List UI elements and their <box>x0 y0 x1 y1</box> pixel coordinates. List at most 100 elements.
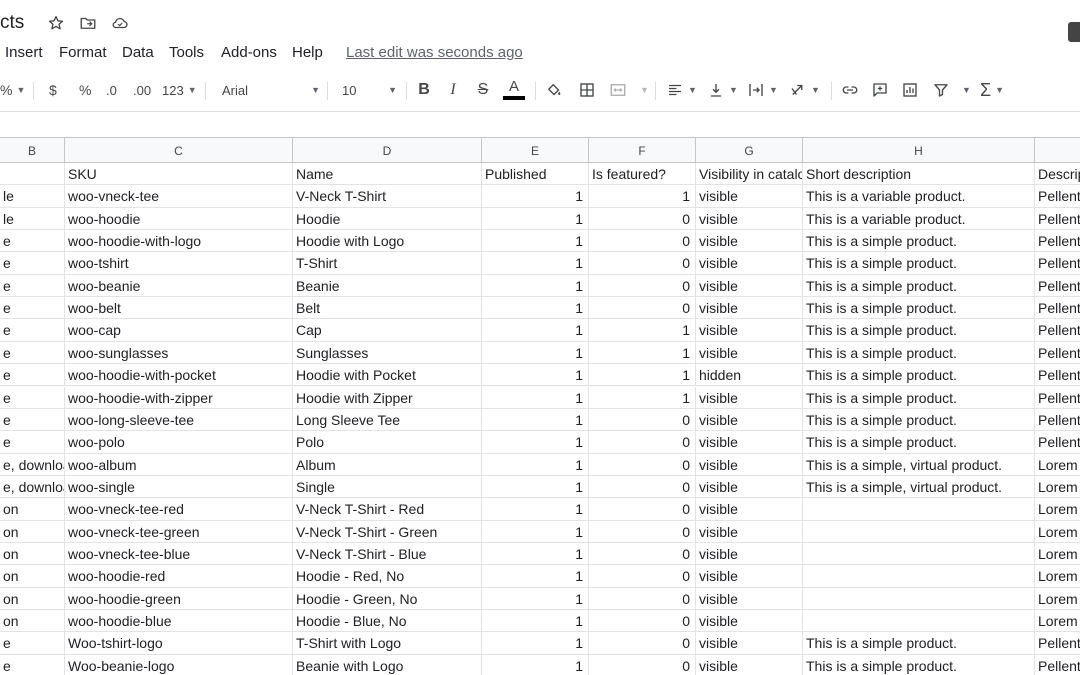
cell-is-featured[interactable]: 0 <box>589 542 696 565</box>
cell-short-description[interactable] <box>803 542 1035 565</box>
cell-visibility[interactable]: visible <box>696 475 803 498</box>
cell-short-description[interactable]: This is a simple product. <box>803 431 1035 454</box>
cell-short-description[interactable]: This is a simple product. <box>803 252 1035 275</box>
cell-sku[interactable]: woo-vneck-tee-green <box>65 520 293 543</box>
cell-name[interactable]: T-Shirt <box>293 252 482 275</box>
horizontal-align-icon[interactable]: ▼ <box>666 80 697 100</box>
cell-type[interactable]: le <box>0 185 65 208</box>
cell-is-featured[interactable]: 1 <box>589 185 696 208</box>
cell-name[interactable]: Long Sleeve Tee <box>293 408 482 431</box>
cell-is-featured[interactable]: 0 <box>589 632 696 655</box>
document-title[interactable]: cts <box>0 12 24 34</box>
cell-published[interactable]: 1 <box>482 297 589 320</box>
cell-published[interactable]: 1 <box>482 498 589 521</box>
cell-description[interactable]: Pellentesque <box>1035 409 1080 431</box>
cell-published[interactable]: 1 <box>482 185 589 208</box>
cell-visibility[interactable]: hidden <box>696 364 803 387</box>
cell-published[interactable]: 1 <box>482 632 589 655</box>
cell-sku[interactable]: woo-polo <box>65 431 293 454</box>
cell-name[interactable]: Cap <box>293 319 482 342</box>
cell-published[interactable]: 1 <box>482 587 589 610</box>
cell-short-description[interactable]: This is a simple product. <box>803 654 1035 675</box>
cell-description[interactable]: Pellentesque <box>1035 208 1080 230</box>
cell-sku[interactable]: woo-vneck-tee <box>65 185 293 208</box>
cell-description[interactable]: Lorem <box>1035 476 1080 498</box>
cell-is-featured[interactable]: 1 <box>589 319 696 342</box>
cell-description[interactable]: Pellentesque <box>1035 431 1080 453</box>
cell-sku[interactable]: woo-album <box>65 453 293 476</box>
column-header-g[interactable]: G <box>696 138 803 163</box>
cell-is-featured[interactable]: 1 <box>589 364 696 387</box>
cell-type[interactable]: e, downloadable <box>0 453 65 476</box>
cell-description[interactable]: Pellentesque <box>1035 230 1080 252</box>
cell-is-featured[interactable]: 1 <box>589 386 696 409</box>
cell-description[interactable]: Lorem <box>1035 565 1080 587</box>
cell-type[interactable]: on <box>0 498 65 521</box>
cell-published[interactable]: 1 <box>482 431 589 454</box>
cell-is-featured[interactable]: 0 <box>589 498 696 521</box>
column-header-b[interactable]: B <box>0 138 65 163</box>
text-rotation-icon[interactable]: ▼ <box>789 80 820 100</box>
cell-visibility[interactable]: visible <box>696 587 803 610</box>
cell-sku[interactable]: woo-hoodie-with-zipper <box>65 386 293 409</box>
move-to-folder-icon[interactable] <box>79 14 97 32</box>
fill-color-icon[interactable] <box>545 80 563 100</box>
last-edit-link[interactable]: Last edit was seconds ago <box>346 44 523 61</box>
cell-published[interactable]: 1 <box>482 610 589 632</box>
cell-is-featured[interactable]: Is featured? <box>589 163 696 185</box>
cell-type[interactable]: e, downloadable <box>0 475 65 498</box>
cell-visibility[interactable]: visible <box>696 431 803 454</box>
currency-format-button[interactable]: $ <box>49 80 57 100</box>
cell-type[interactable]: e <box>0 431 65 454</box>
merge-cells-icon[interactable] <box>609 80 627 100</box>
cell-type[interactable]: e <box>0 319 65 342</box>
menu-insert[interactable]: Insert <box>5 44 43 61</box>
cell-type[interactable]: e <box>0 632 65 655</box>
increase-decimal-button[interactable]: .00 <box>133 80 151 100</box>
column-header-e[interactable]: E <box>482 138 589 163</box>
cell-description[interactable]: Pellentesque <box>1035 185 1080 207</box>
cell-type[interactable]: le <box>0 207 65 230</box>
cell-name[interactable]: Sunglasses <box>293 341 482 364</box>
cell-description[interactable]: Pellentesque <box>1035 655 1080 675</box>
cell-short-description[interactable]: This is a simple product. <box>803 274 1035 297</box>
cell-type[interactable]: on <box>0 587 65 610</box>
cell-is-featured[interactable]: 0 <box>589 520 696 543</box>
cell-name[interactable]: Album <box>293 453 482 476</box>
cell-visibility[interactable]: visible <box>696 185 803 208</box>
cell-published[interactable]: 1 <box>482 475 589 498</box>
cell-short-description[interactable]: This is a variable product. <box>803 185 1035 208</box>
cell-description[interactable]: Lorem <box>1035 610 1080 632</box>
decrease-decimal-button[interactable]: .0 <box>106 80 117 100</box>
cell-type[interactable]: on <box>0 520 65 543</box>
cell-sku[interactable]: woo-hoodie-green <box>65 587 293 610</box>
column-header-c[interactable]: C <box>65 138 293 163</box>
font-size-dropdown[interactable]: 10 ▼ <box>342 80 397 100</box>
cell-short-description[interactable]: This is a simple product. <box>803 230 1035 253</box>
strikethrough-icon[interactable]: S <box>474 80 492 100</box>
cell-description[interactable]: Pellentesque <box>1035 342 1080 364</box>
cell-type[interactable]: on <box>0 565 65 588</box>
cell-description[interactable]: Lorem <box>1035 588 1080 610</box>
cell-published[interactable]: 1 <box>482 319 589 342</box>
cell-is-featured[interactable]: 0 <box>589 431 696 454</box>
cell-short-description[interactable]: This is a simple product. <box>803 408 1035 431</box>
cell-name[interactable]: Hoodie - Green, No <box>293 587 482 610</box>
cloud-saved-icon[interactable] <box>111 14 129 32</box>
cell-sku[interactable]: Woo-tshirt-logo <box>65 632 293 655</box>
cell-short-description[interactable] <box>803 520 1035 543</box>
cell-visibility[interactable]: visible <box>696 565 803 588</box>
cell-name[interactable]: V-Neck T-Shirt - Green <box>293 520 482 543</box>
cell-published[interactable]: Published <box>482 163 589 185</box>
cell-short-description[interactable]: This is a variable product. <box>803 207 1035 230</box>
comment-history-icon[interactable] <box>1068 22 1080 42</box>
cell-type[interactable] <box>0 163 65 185</box>
cell-short-description[interactable] <box>803 610 1035 632</box>
menu-help[interactable]: Help <box>292 44 323 61</box>
cell-published[interactable]: 1 <box>482 341 589 364</box>
cell-description[interactable]: Lorem <box>1035 521 1080 543</box>
cell-is-featured[interactable]: 0 <box>589 297 696 320</box>
cell-name[interactable]: Beanie with Logo <box>293 654 482 675</box>
bold-icon[interactable]: B <box>415 80 433 100</box>
cell-short-description[interactable] <box>803 498 1035 521</box>
